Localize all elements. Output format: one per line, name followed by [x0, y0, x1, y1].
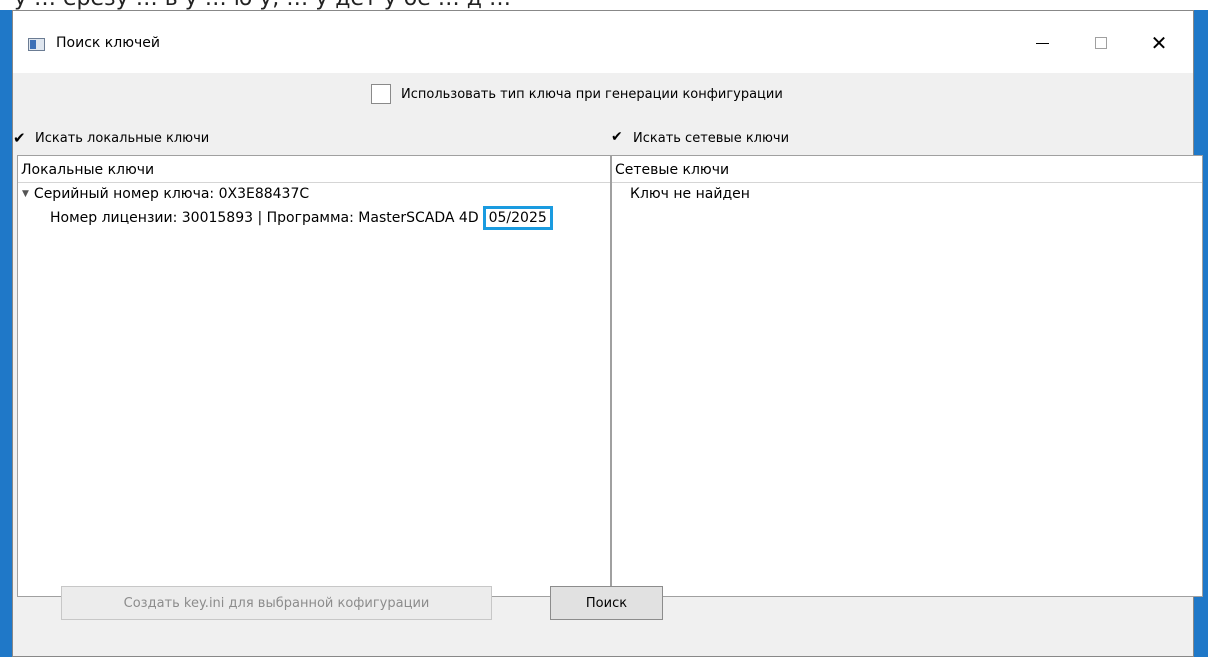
tree-item-license[interactable]: Номер лицензии: 30015893 | Программа: Ma…: [50, 206, 553, 230]
minimize-button[interactable]: [1019, 25, 1065, 61]
search-network-check-icon[interactable]: [611, 129, 625, 146]
search-local-checkbox[interactable]: Искать локальные ключи: [13, 129, 210, 147]
network-keys-panel[interactable]: Сетевые ключи Ключ не найден: [611, 155, 1203, 597]
local-keys-panel[interactable]: Локальные ключи ▼ Серийный номер ключа: 0…: [17, 155, 611, 597]
use-key-type-checkbox[interactable]: Использовать тип ключа при генерации кон…: [371, 84, 783, 104]
window-title: Поиск ключей: [56, 35, 160, 51]
serial-number-label: Серийный номер ключа: 0X3E88437C: [33, 186, 310, 202]
local-keys-header[interactable]: Локальные ключи: [18, 156, 610, 183]
search-button[interactable]: Поиск: [550, 586, 663, 620]
desktop-edge-left: [0, 10, 12, 657]
key-search-window: Поиск ключей ✕ Использовать тип ключа пр…: [12, 10, 1203, 657]
search-local-check-icon[interactable]: [13, 129, 27, 147]
search-network-label: Искать сетевые ключи: [633, 131, 790, 146]
expand-arrow-icon[interactable]: ▼: [22, 189, 29, 199]
document-heading-fragment: у … ерезу … ь у … ю у, … у дет у ое … д …: [14, 0, 511, 10]
app-window-icon: [28, 38, 45, 51]
search-network-checkbox[interactable]: Искать сетевые ключи: [611, 129, 790, 147]
document-heading-strip: у … ерезу … ь у … ю у, … у дет у ое … д …: [0, 0, 1208, 10]
close-button[interactable]: ✕: [1136, 25, 1182, 61]
network-keys-header[interactable]: Сетевые ключи: [612, 156, 1202, 183]
license-date-highlight: 05/2025: [482, 206, 553, 230]
use-key-type-label: Использовать тип ключа при генерации кон…: [401, 86, 783, 102]
maximize-button[interactable]: [1078, 25, 1124, 61]
maximize-icon: [1095, 37, 1107, 49]
license-info-label: Номер лицензии: 30015893 | Программа: Ma…: [50, 210, 479, 226]
title-bar[interactable]: Поиск ключей ✕: [13, 11, 1193, 73]
minimize-icon: [1035, 42, 1049, 44]
search-local-label: Искать локальные ключи: [35, 131, 210, 146]
tree-item-serial[interactable]: ▼ Серийный номер ключа: 0X3E88437C: [22, 186, 309, 202]
create-key-ini-button[interactable]: Создать key.ini для выбранной кофигураци…: [61, 586, 492, 620]
key-not-found-message: Ключ не найден: [630, 186, 750, 202]
use-key-type-box[interactable]: [371, 84, 391, 104]
close-icon: ✕: [1150, 31, 1168, 55]
